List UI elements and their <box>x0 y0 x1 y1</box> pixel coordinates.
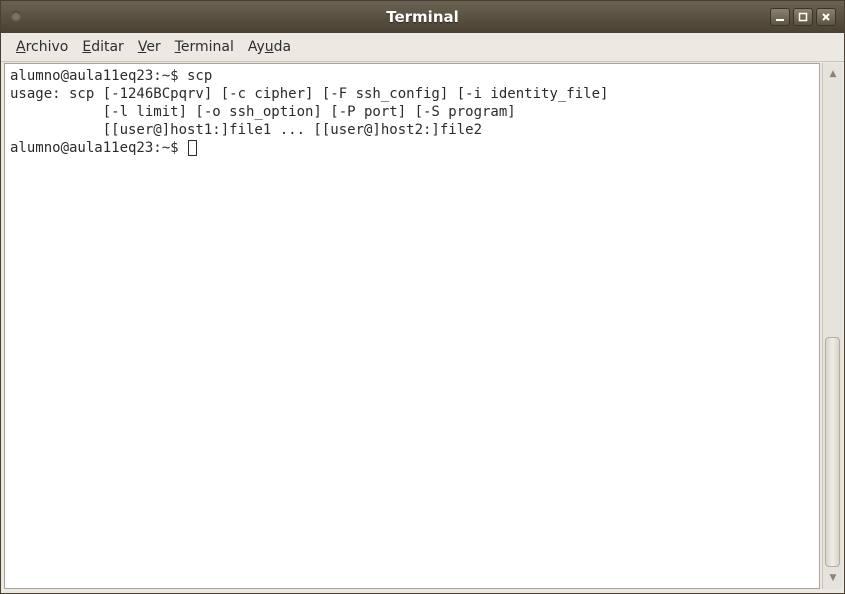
menu-archivo-post: rchivo <box>25 39 69 55</box>
menu-terminal-post: erminal <box>180 39 234 55</box>
terminal-output[interactable]: alumno@aula11eq23:~$ scp usage: scp [-12… <box>10 67 608 157</box>
menu-terminal[interactable]: Terminal <box>168 39 241 55</box>
window-controls <box>770 8 836 26</box>
terminal-prompt: alumno@aula11eq23:~$ <box>10 140 188 156</box>
terminal-line: alumno@aula11eq23:~$ scp <box>10 68 213 84</box>
terminal-line: usage: scp [-1246BCpqrv] [-c cipher] [-F… <box>10 86 609 102</box>
maximize-button[interactable] <box>793 8 813 26</box>
close-button[interactable] <box>816 8 836 26</box>
menu-ayuda-post: da <box>273 39 292 55</box>
menu-archivo-mnemonic: A <box>16 39 26 55</box>
maximize-icon <box>798 12 808 22</box>
menu-editar-post: ditar <box>91 39 124 55</box>
close-icon <box>822 13 830 21</box>
minimize-button[interactable] <box>770 8 790 26</box>
terminal-window: Terminal Archivo Editar Ver Terminal Ayu… <box>0 0 845 594</box>
menu-editar-mnemonic: E <box>82 39 92 55</box>
arrow-up-icon[interactable]: ▲ <box>826 67 840 81</box>
menu-ver-post: er <box>146 39 161 55</box>
menu-bar: Archivo Editar Ver Terminal Ayuda <box>1 33 844 62</box>
terminal-area[interactable]: alumno@aula11eq23:~$ scp usage: scp [-12… <box>4 63 820 589</box>
menu-ver[interactable]: Ver <box>131 39 168 55</box>
vertical-scrollbar[interactable]: ▲ ▼ <box>822 63 842 589</box>
arrow-down-icon[interactable]: ▼ <box>826 571 840 585</box>
title-bar[interactable]: Terminal <box>1 1 844 33</box>
minimize-icon <box>776 19 784 21</box>
menu-ayuda[interactable]: Ayuda <box>241 39 298 55</box>
menu-archivo[interactable]: Archivo <box>9 39 75 55</box>
terminal-line: [[user@]host1:]file1 ... [[user@]host2:]… <box>10 122 483 138</box>
terminal-line: [-l limit] [-o ssh_option] [-P port] [-S… <box>10 104 516 120</box>
window-title: Terminal <box>386 8 459 26</box>
scrollbar-thumb[interactable] <box>825 337 840 567</box>
menu-ayuda-pre: Ay <box>247 39 265 55</box>
menu-ayuda-mnemonic: u <box>264 39 274 55</box>
text-cursor <box>188 140 198 156</box>
menu-editar[interactable]: Editar <box>75 39 130 55</box>
